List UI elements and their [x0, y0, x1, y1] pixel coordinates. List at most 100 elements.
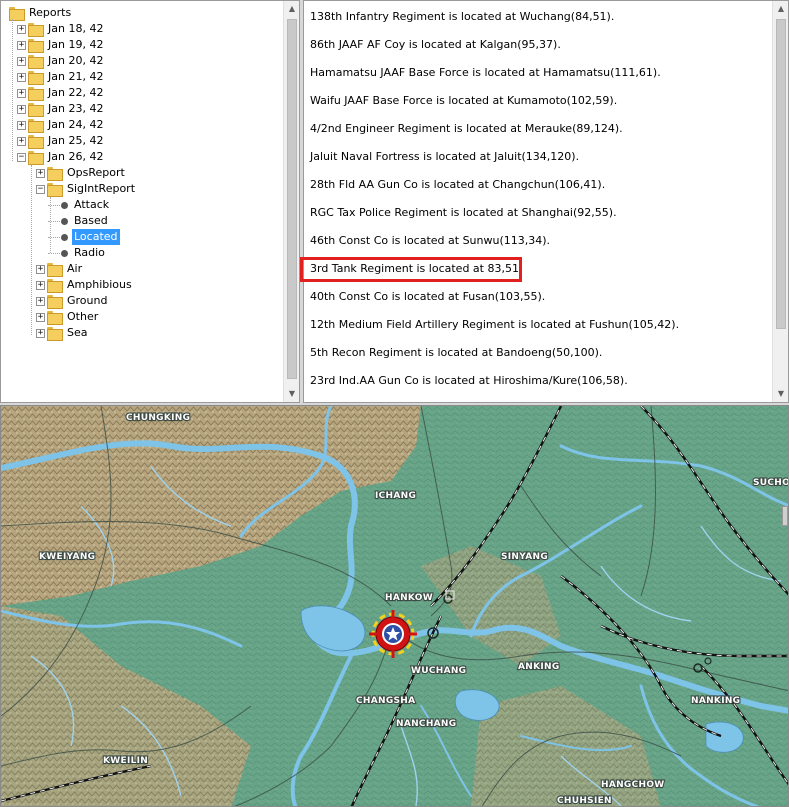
tree-item-opsreport[interactable]: + OpsReport [3, 165, 283, 181]
folder-icon [28, 103, 44, 117]
tree-guide-line [31, 165, 32, 335]
folder-icon [28, 55, 44, 69]
tree-date-item[interactable]: + Jan 18, 42 [3, 21, 283, 37]
tree-scroll-thumb[interactable] [287, 19, 297, 379]
expand-icon[interactable]: + [36, 297, 45, 306]
tree-item-label: Jan 24, 42 [48, 118, 104, 131]
expand-icon[interactable]: + [17, 137, 26, 146]
city-label: HANKOW [385, 593, 433, 603]
tree-date-item[interactable]: + Jan 22, 42 [3, 85, 283, 101]
report-line: 4/2nd Engineer Regiment is located at Me… [310, 122, 623, 135]
report-line-highlighted: 3rd Tank Regiment is located at 83,51. [310, 262, 523, 275]
tree-item-amphibious[interactable]: + Amphibious [3, 277, 283, 293]
tree-item-label: Jan 23, 42 [48, 102, 104, 115]
scroll-up-arrow-icon[interactable]: ▲ [773, 1, 788, 17]
folder-icon [28, 119, 44, 133]
tree-item-label: Amphibious [67, 278, 132, 291]
expand-icon[interactable]: + [36, 265, 45, 274]
expand-icon[interactable]: + [36, 281, 45, 290]
report-scrollbar[interactable]: ▲ ▼ [772, 1, 788, 402]
tree-connector [48, 253, 60, 254]
folder-icon [47, 311, 63, 325]
tree-item-label: Jan 20, 42 [48, 54, 104, 67]
folder-icon [28, 87, 44, 101]
city-label: SINYANG [501, 552, 548, 562]
tree-item-radio[interactable]: Radio [3, 245, 283, 261]
folder-icon [47, 167, 63, 181]
expand-icon[interactable]: + [36, 329, 45, 338]
scroll-up-arrow-icon[interactable]: ▲ [284, 1, 299, 17]
report-line: 23rd Ind.AA Gun Co is located at Hiroshi… [310, 374, 628, 387]
tree-item-label: SigIntReport [67, 182, 136, 195]
city-label: ANKING [518, 662, 560, 672]
tree-item-air[interactable]: + Air [3, 261, 283, 277]
tree-item-sea[interactable]: + Sea [3, 325, 283, 341]
city-label: KWEILIN [103, 756, 148, 766]
tree-date-item[interactable]: + Jan 25, 42 [3, 133, 283, 149]
expand-icon[interactable]: + [17, 73, 26, 82]
expand-icon[interactable]: + [17, 25, 26, 34]
report-line: 138th Infantry Regiment is located at Wu… [310, 10, 615, 23]
tree-item-attack[interactable]: Attack [3, 197, 283, 213]
report-tree-panel: Reports + Jan 18, 42 + Jan 19, 42 + Jan 20, 42… [0, 0, 300, 403]
tree-item-label: Jan 21, 42 [48, 70, 104, 83]
map-view[interactable]: CHUNGKING ICHANG KWEIYANG HANKOW SINYANG… [0, 405, 789, 807]
report-line: 40th Const Co is located at Fusan(103,55… [310, 290, 546, 303]
tree-item-label: Located [72, 229, 120, 245]
tree-scrollbar[interactable]: ▲ ▼ [283, 1, 299, 402]
report-line: 86th JAAF AF Coy is located at Kalgan(95… [310, 38, 561, 51]
report-line: 46th Const Co is located at Sunwu(113,34… [310, 234, 551, 247]
tree-item-label: Jan 22, 42 [48, 86, 104, 99]
report-tree: Reports + Jan 18, 42 + Jan 19, 42 + Jan 20, 42… [3, 5, 283, 341]
expand-icon[interactable]: + [17, 89, 26, 98]
report-line: RGC Tax Police Regiment is located at Sh… [310, 206, 617, 219]
tree-item-other[interactable]: + Other [3, 309, 283, 325]
expand-icon[interactable]: + [36, 169, 45, 178]
tree-item-label: Ground [67, 294, 108, 307]
report-line: 28th Fld AA Gun Co is located at Changch… [310, 178, 606, 191]
expand-icon[interactable]: + [17, 121, 26, 130]
report-scroll-thumb[interactable] [776, 19, 786, 329]
scroll-down-arrow-icon[interactable]: ▼ [773, 386, 788, 402]
tree-date-item[interactable]: − Jan 26, 42 [3, 149, 283, 165]
report-line: Jaluit Naval Fortress is located at Jalu… [310, 150, 580, 163]
tree-date-item[interactable]: + Jan 20, 42 [3, 53, 283, 69]
tree-date-item[interactable]: + Jan 24, 42 [3, 117, 283, 133]
report-lines: 138th Infantry Regiment is located at Wu… [310, 9, 772, 401]
folder-icon [47, 295, 63, 309]
tree-item-label: Air [67, 262, 83, 275]
collapse-icon[interactable]: − [36, 185, 45, 194]
expand-icon[interactable]: + [17, 105, 26, 114]
tree-date-item[interactable]: + Jan 23, 42 [3, 101, 283, 117]
tree-item-label: Jan 26, 42 [48, 150, 104, 163]
collapse-icon[interactable]: − [17, 153, 26, 162]
tree-item-located[interactable]: Located [3, 229, 283, 245]
tree-item-label: Reports [29, 6, 72, 19]
tree-item-label: Radio [74, 246, 105, 259]
city-label: CHUNGKING [126, 413, 190, 423]
city-label: SUCHO [753, 478, 789, 488]
tree-item-sigintreport[interactable]: − SigIntReport [3, 181, 283, 197]
folder-icon [47, 183, 63, 197]
folder-icon [47, 327, 63, 341]
tree-root-reports[interactable]: Reports [3, 5, 283, 21]
map-canvas[interactable]: CHUNGKING ICHANG KWEIYANG HANKOW SINYANG… [1, 406, 789, 807]
city-label: ICHANG [375, 491, 416, 501]
tree-item-ground[interactable]: + Ground [3, 293, 283, 309]
city-label: CHUHSIEN [557, 796, 612, 806]
tree-date-item[interactable]: + Jan 19, 42 [3, 37, 283, 53]
expand-icon[interactable]: + [36, 313, 45, 322]
scroll-down-arrow-icon[interactable]: ▼ [284, 386, 299, 402]
tree-item-label: OpsReport [67, 166, 125, 179]
city-label: WUCHANG [411, 666, 466, 676]
map-scroll-indicator[interactable] [782, 506, 788, 526]
tree-item-label: Other [67, 310, 99, 323]
tree-item-based[interactable]: Based [3, 213, 283, 229]
report-line: Waifu JAAF Base Force is located at Kuma… [310, 94, 618, 107]
report-line: 12th Medium Field Artillery Regiment is … [310, 318, 680, 331]
expand-icon[interactable]: + [17, 41, 26, 50]
city-label: NANCHANG [396, 719, 456, 729]
expand-icon[interactable]: + [17, 57, 26, 66]
folder-icon [47, 263, 63, 277]
tree-date-item[interactable]: + Jan 21, 42 [3, 69, 283, 85]
